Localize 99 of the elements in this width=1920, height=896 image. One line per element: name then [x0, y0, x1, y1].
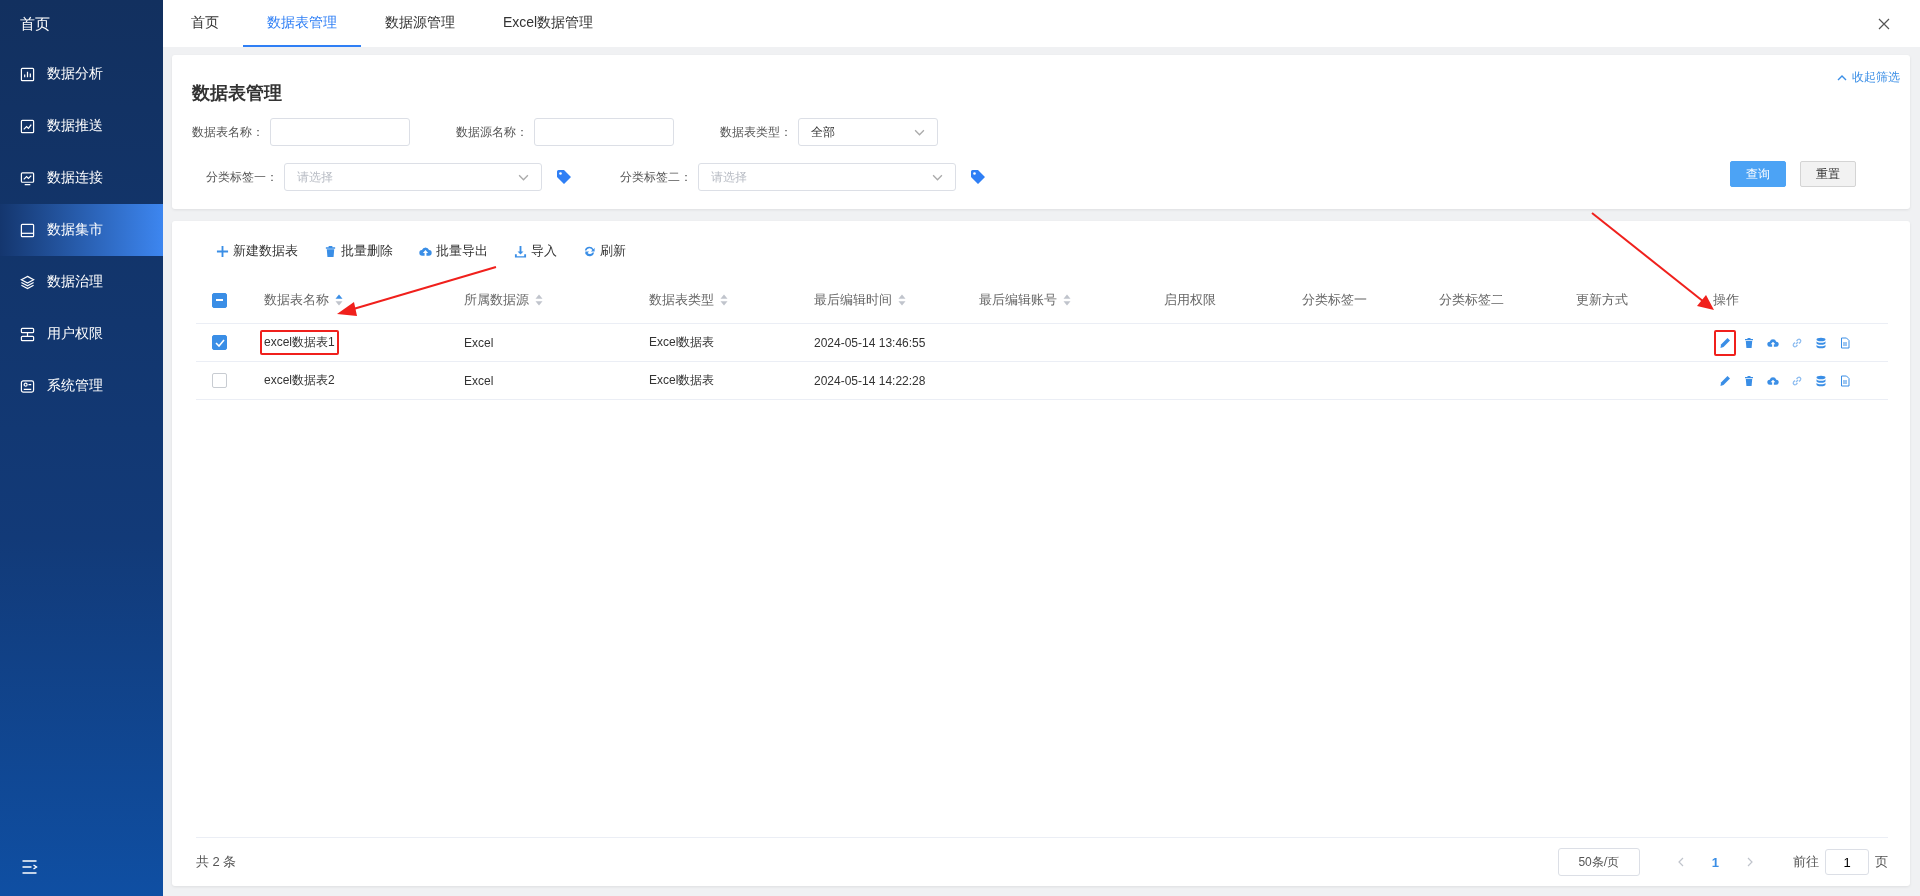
sidebar-item-label: 系统管理 — [47, 377, 103, 395]
table-cell-text: excel数据表2 — [263, 372, 336, 389]
chevron-down-icon — [518, 173, 529, 181]
sort-icon[interactable] — [898, 294, 906, 306]
pencil-icon — [1719, 336, 1731, 349]
sidebar-item[interactable]: 数据集市 — [0, 204, 163, 256]
trash-icon[interactable] — [1743, 374, 1755, 387]
sort-icon[interactable] — [1063, 294, 1071, 306]
layers-icon — [20, 274, 35, 290]
tab[interactable]: Excel数据管理 — [479, 0, 618, 47]
edit-button[interactable] — [1714, 329, 1736, 356]
field-label: 数据表名称： — [192, 123, 264, 141]
sidebar-item[interactable]: 数据治理 — [0, 256, 163, 308]
input-field[interactable] — [534, 118, 674, 146]
field-label: 分类标签一： — [206, 168, 278, 186]
tab[interactable]: 数据源管理 — [361, 0, 479, 47]
row-checkbox[interactable] — [212, 373, 227, 388]
select-all-checkbox[interactable] — [212, 292, 227, 308]
column-header: 最后编辑时间 — [814, 291, 892, 309]
close-icon[interactable] — [1878, 17, 1890, 30]
link-icon[interactable] — [1791, 336, 1803, 349]
document-icon[interactable] — [1839, 336, 1851, 349]
sidebar-item[interactable]: 数据分析 — [0, 48, 163, 100]
table-cell-text: Excel数据表 — [648, 372, 716, 389]
total-count: 共 2 条 — [196, 853, 237, 871]
column-header: 操作 — [1713, 291, 1739, 309]
sidebar-item[interactable]: 系统管理 — [0, 360, 163, 412]
goto-label: 前往 — [1793, 853, 1819, 871]
column-header: 所属数据源 — [464, 291, 529, 309]
pencil-icon — [1719, 374, 1731, 387]
sidebar-item[interactable]: 首页 — [0, 0, 163, 48]
column-header: 启用权限 — [1164, 291, 1216, 309]
sidebar-item-label: 数据治理 — [47, 273, 103, 291]
reset-button[interactable]: 重置 — [1800, 161, 1856, 187]
column-header: 更新方式 — [1576, 291, 1628, 309]
toolbar-button[interactable]: 批量删除 — [324, 242, 393, 260]
document-icon[interactable] — [1839, 374, 1851, 387]
page-input[interactable]: 1 — [1825, 849, 1869, 875]
tag-icon[interactable] — [556, 169, 572, 185]
input-field[interactable] — [270, 118, 410, 146]
trash-icon[interactable] — [1743, 336, 1755, 349]
chevron-up-icon — [1837, 74, 1847, 81]
download-icon — [514, 244, 527, 258]
table-cell-text: 2024-05-14 14:22:28 — [813, 372, 927, 390]
toolbar-button[interactable]: 导入 — [514, 242, 557, 260]
field-label: 数据表类型： — [720, 123, 792, 141]
plus-icon — [216, 244, 229, 258]
next-page-icon[interactable] — [1747, 857, 1753, 867]
row-checkbox[interactable] — [212, 335, 227, 350]
column-header: 分类标签一 — [1302, 291, 1367, 309]
toolbar-button[interactable]: 新建数据表 — [216, 242, 298, 260]
previous-page-icon[interactable] — [1677, 857, 1684, 867]
sidebar-item-label: 数据连接 — [47, 169, 103, 187]
database-icon[interactable] — [1815, 374, 1827, 387]
table-cell-text: Excel — [463, 372, 495, 390]
page-size-select[interactable]: 50条/页 — [1557, 848, 1640, 876]
tab[interactable]: 数据表管理 — [243, 0, 361, 47]
refresh-icon — [583, 244, 596, 258]
sidebar-item-label: 数据集市 — [47, 221, 103, 239]
tag-icon[interactable] — [970, 169, 986, 185]
trash-icon — [324, 244, 337, 258]
sidebar-item[interactable]: 用户权限 — [0, 308, 163, 360]
sort-icon[interactable] — [335, 294, 343, 306]
sidebar-item-label: 数据推送 — [47, 117, 103, 135]
link-icon[interactable] — [1791, 374, 1803, 387]
sidebar-item-label: 数据分析 — [47, 65, 103, 83]
sidebar-item[interactable]: 数据推送 — [0, 100, 163, 152]
field-label: 数据源名称： — [456, 123, 528, 141]
sort-icon[interactable] — [720, 294, 728, 306]
table-cell-text: Excel数据表 — [648, 334, 716, 351]
chevron-down-icon — [914, 128, 925, 136]
table-cell-text: Excel — [463, 334, 495, 352]
tab[interactable]: 首页 — [167, 0, 243, 47]
table-cell: excel数据表1 — [260, 330, 339, 355]
column-header: 最后编辑账号 — [979, 291, 1057, 309]
upload-chart-icon — [20, 118, 35, 134]
column-header: 数据表名称 — [264, 291, 329, 309]
user-card-icon — [20, 378, 35, 394]
cloud-upload-icon[interactable] — [1767, 336, 1779, 349]
sidebar-item[interactable]: 数据连接 — [0, 152, 163, 204]
menu-icon[interactable] — [21, 860, 38, 874]
server-icon — [20, 326, 35, 342]
collapse-filter-link[interactable]: 收起筛选 — [1837, 69, 1900, 86]
sidebar-item-label: 用户权限 — [47, 325, 103, 343]
column-header: 数据表类型 — [649, 291, 714, 309]
column-header: 分类标签二 — [1439, 291, 1504, 309]
chevron-down-icon — [932, 173, 943, 181]
bar-chart-icon — [20, 66, 35, 82]
table-cell-text: 2024-05-14 13:46:55 — [813, 334, 927, 352]
toolbar-button[interactable]: 刷新 — [583, 242, 626, 260]
sort-icon[interactable] — [535, 294, 543, 306]
panel-title: 数据表管理 — [192, 82, 282, 105]
monitor-icon — [20, 170, 35, 186]
cloud-upload-icon[interactable] — [1767, 374, 1779, 387]
select-field[interactable]: 全部 — [798, 118, 938, 146]
database-icon[interactable] — [1815, 336, 1827, 349]
field-label: 分类标签二： — [620, 168, 692, 186]
toolbar-button[interactable]: 批量导出 — [419, 242, 488, 260]
page-unit-label: 页 — [1875, 853, 1888, 871]
